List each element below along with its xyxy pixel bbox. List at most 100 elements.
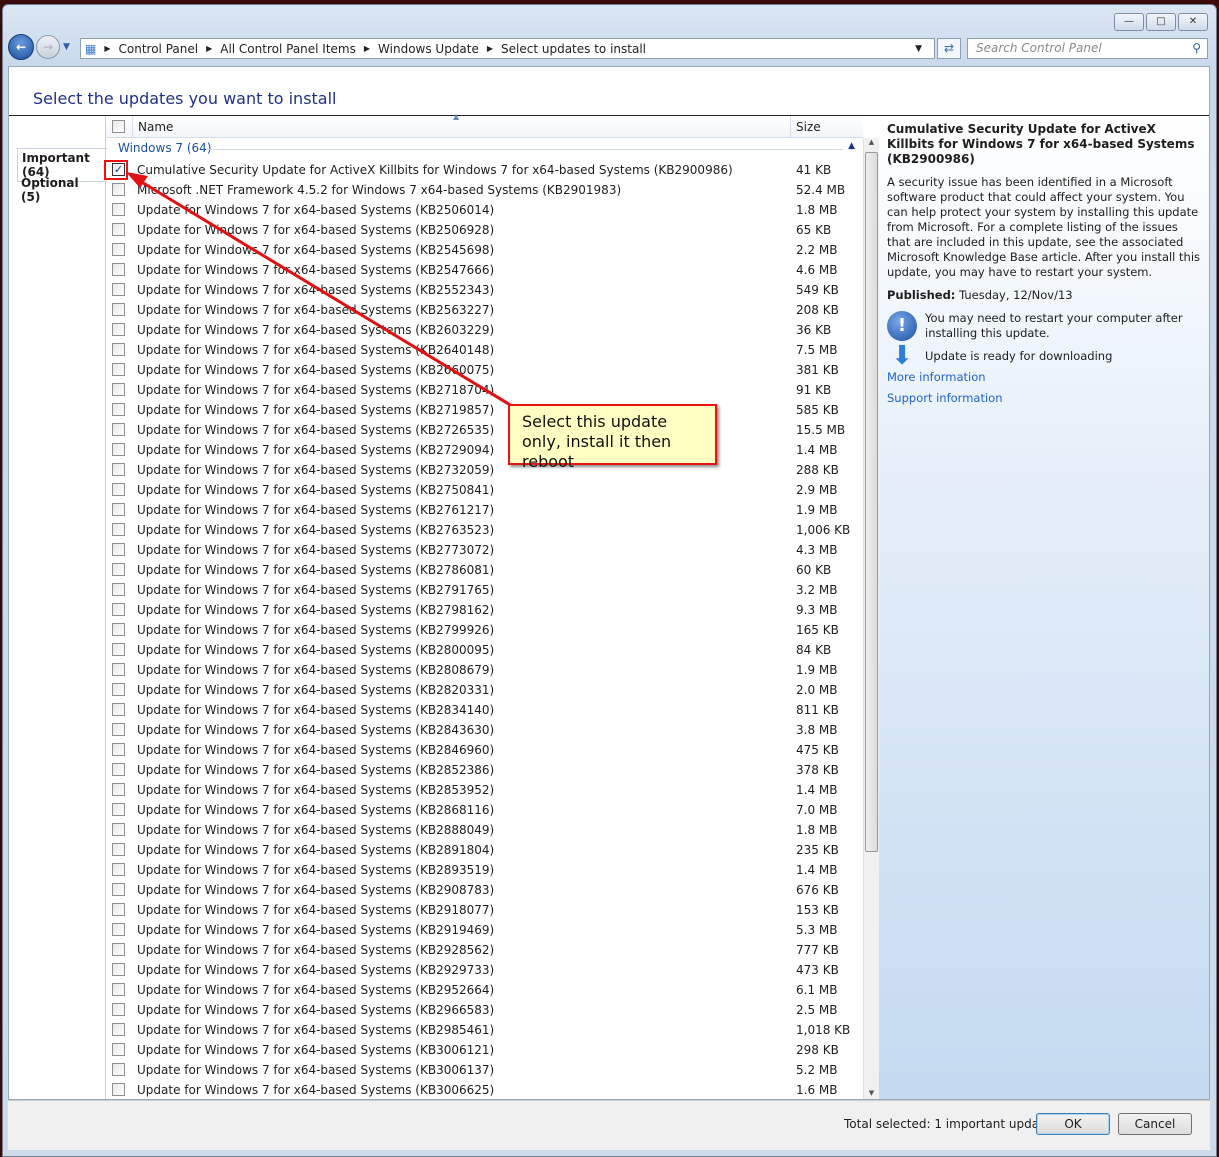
update-checkbox[interactable] <box>112 443 125 456</box>
update-checkbox[interactable] <box>112 423 125 436</box>
update-checkbox[interactable] <box>112 503 125 516</box>
list-scrollbar[interactable]: ▲ ▼ <box>863 138 879 1099</box>
update-checkbox[interactable] <box>112 863 125 876</box>
address-bar[interactable]: ▦ ▶ Control Panel ▶ All Control Panel Item… <box>80 38 935 59</box>
update-checkbox[interactable] <box>112 303 125 316</box>
refresh-button[interactable]: ⇄ <box>937 38 961 59</box>
update-row[interactable]: Update for Windows 7 for x64-based Syste… <box>106 320 864 340</box>
update-checkbox[interactable] <box>112 323 125 336</box>
update-row[interactable]: Update for Windows 7 for x64-based Syste… <box>106 700 864 720</box>
update-checkbox[interactable] <box>112 783 125 796</box>
minimize-button[interactable]: — <box>1114 13 1144 31</box>
update-row[interactable]: Update for Windows 7 for x64-based Syste… <box>106 580 864 600</box>
update-checkbox[interactable] <box>112 203 125 216</box>
breadcrumb-item[interactable]: All Control Panel Items <box>220 42 356 56</box>
update-checkbox[interactable] <box>112 483 125 496</box>
update-checkbox[interactable] <box>112 1063 125 1076</box>
back-button[interactable]: ← <box>8 34 34 60</box>
update-checkbox[interactable] <box>112 343 125 356</box>
update-row[interactable]: Update for Windows 7 for x64-based Syste… <box>106 600 864 620</box>
breadcrumb-item[interactable]: Select updates to install <box>501 42 646 56</box>
update-checkbox[interactable] <box>112 283 125 296</box>
update-checkbox[interactable] <box>112 1083 125 1096</box>
tab-optional[interactable]: Optional (5) <box>17 174 105 206</box>
update-checkbox[interactable] <box>112 963 125 976</box>
update-row[interactable]: Update for Windows 7 for x64-based Syste… <box>106 260 864 280</box>
update-checkbox[interactable] <box>112 763 125 776</box>
update-checkbox[interactable] <box>112 383 125 396</box>
update-row[interactable]: Update for Windows 7 for x64-based Syste… <box>106 1020 864 1040</box>
update-row[interactable]: Update for Windows 7 for x64-based Syste… <box>106 540 864 560</box>
update-row[interactable]: Update for Windows 7 for x64-based Syste… <box>106 620 864 640</box>
update-checkbox[interactable] <box>112 403 125 416</box>
maximize-button[interactable]: □ <box>1146 13 1176 31</box>
update-row[interactable]: Update for Windows 7 for x64-based Syste… <box>106 200 864 220</box>
update-checkbox[interactable] <box>112 603 125 616</box>
column-header-size[interactable]: Size <box>796 120 821 134</box>
breadcrumb-item[interactable]: Windows Update <box>378 42 479 56</box>
update-row[interactable]: Update for Windows 7 for x64-based Syste… <box>106 760 864 780</box>
address-dropdown-icon[interactable]: ▼ <box>915 44 922 54</box>
update-checkbox[interactable] <box>112 1023 125 1036</box>
update-checkbox[interactable] <box>112 883 125 896</box>
update-checkbox[interactable] <box>112 803 125 816</box>
update-checkbox[interactable] <box>112 903 125 916</box>
update-checkbox[interactable] <box>112 583 125 596</box>
update-row[interactable]: Update for Windows 7 for x64-based Syste… <box>106 1060 864 1080</box>
update-row[interactable]: Update for Windows 7 for x64-based Syste… <box>106 1000 864 1020</box>
update-checkbox[interactable] <box>112 663 125 676</box>
update-row[interactable]: Update for Windows 7 for x64-based Syste… <box>106 920 864 940</box>
update-row[interactable]: Update for Windows 7 for x64-based Syste… <box>106 240 864 260</box>
update-checkbox[interactable] <box>112 183 125 196</box>
update-row[interactable]: Update for Windows 7 for x64-based Syste… <box>106 880 864 900</box>
update-checkbox[interactable] <box>112 623 125 636</box>
scrollbar-thumb[interactable] <box>865 152 878 852</box>
update-checkbox[interactable] <box>112 1003 125 1016</box>
update-row[interactable]: Update for Windows 7 for x64-based Syste… <box>106 980 864 1000</box>
column-header-name[interactable]: Name ▲ <box>132 112 791 137</box>
ok-button[interactable]: OK <box>1036 1113 1110 1135</box>
update-checkbox[interactable] <box>112 243 125 256</box>
breadcrumb-item[interactable]: Control Panel <box>119 42 199 56</box>
search-input[interactable]: Search Control Panel ⚲ <box>967 38 1208 59</box>
update-row[interactable]: Update for Windows 7 for x64-based Syste… <box>106 520 864 540</box>
update-checkbox[interactable] <box>112 683 125 696</box>
select-all-checkbox[interactable] <box>112 120 125 133</box>
forward-button[interactable]: → <box>36 35 60 59</box>
update-row[interactable]: Update for Windows 7 for x64-based Syste… <box>106 960 864 980</box>
update-checkbox[interactable] <box>112 1043 125 1056</box>
update-row[interactable]: Update for Windows 7 for x64-based Syste… <box>106 740 864 760</box>
update-row[interactable]: Update for Windows 7 for x64-based Syste… <box>106 660 864 680</box>
update-row[interactable]: Update for Windows 7 for x64-based Syste… <box>106 680 864 700</box>
recent-pages-dropdown-icon[interactable]: ▼ <box>63 42 70 52</box>
update-checkbox[interactable] <box>112 543 125 556</box>
update-checkbox[interactable] <box>112 703 125 716</box>
close-button[interactable]: ✕ <box>1178 13 1208 31</box>
update-checkbox[interactable] <box>112 643 125 656</box>
update-checkbox[interactable] <box>112 983 125 996</box>
update-row[interactable]: Update for Windows 7 for x64-based Syste… <box>106 1080 864 1100</box>
update-row[interactable]: Microsoft .NET Framework 4.5.2 for Windo… <box>106 180 864 200</box>
update-row[interactable]: Update for Windows 7 for x64-based Syste… <box>106 1040 864 1060</box>
update-row[interactable]: Update for Windows 7 for x64-based Syste… <box>106 820 864 840</box>
update-row[interactable]: Update for Windows 7 for x64-based Syste… <box>106 860 864 880</box>
support-information-link[interactable]: Support information <box>887 391 1201 406</box>
update-row[interactable]: Update for Windows 7 for x64-based Syste… <box>106 800 864 820</box>
update-row[interactable]: Update for Windows 7 for x64-based Syste… <box>106 500 864 520</box>
scroll-up-arrow-icon[interactable]: ▲ <box>864 138 879 146</box>
update-row[interactable]: Update for Windows 7 for x64-based Syste… <box>106 220 864 240</box>
update-row[interactable]: Update for Windows 7 for x64-based Syste… <box>106 300 864 320</box>
update-row[interactable]: Update for Windows 7 for x64-based Syste… <box>106 560 864 580</box>
update-row[interactable]: Update for Windows 7 for x64-based Syste… <box>106 640 864 660</box>
update-row[interactable]: Update for Windows 7 for x64-based Syste… <box>106 360 864 380</box>
update-row[interactable]: Update for Windows 7 for x64-based Syste… <box>106 940 864 960</box>
update-row[interactable]: Update for Windows 7 for x64-based Syste… <box>106 340 864 360</box>
update-checkbox[interactable] <box>112 363 125 376</box>
update-row[interactable]: Update for Windows 7 for x64-based Syste… <box>106 400 864 420</box>
update-checkbox[interactable] <box>112 223 125 236</box>
scroll-down-arrow-icon[interactable]: ▼ <box>864 1089 879 1097</box>
update-row[interactable]: Update for Windows 7 for x64-based Syste… <box>106 720 864 740</box>
cancel-button[interactable]: Cancel <box>1118 1113 1192 1135</box>
group-header[interactable]: Windows 7 (64) <box>118 141 211 155</box>
update-checkbox[interactable] <box>112 823 125 836</box>
